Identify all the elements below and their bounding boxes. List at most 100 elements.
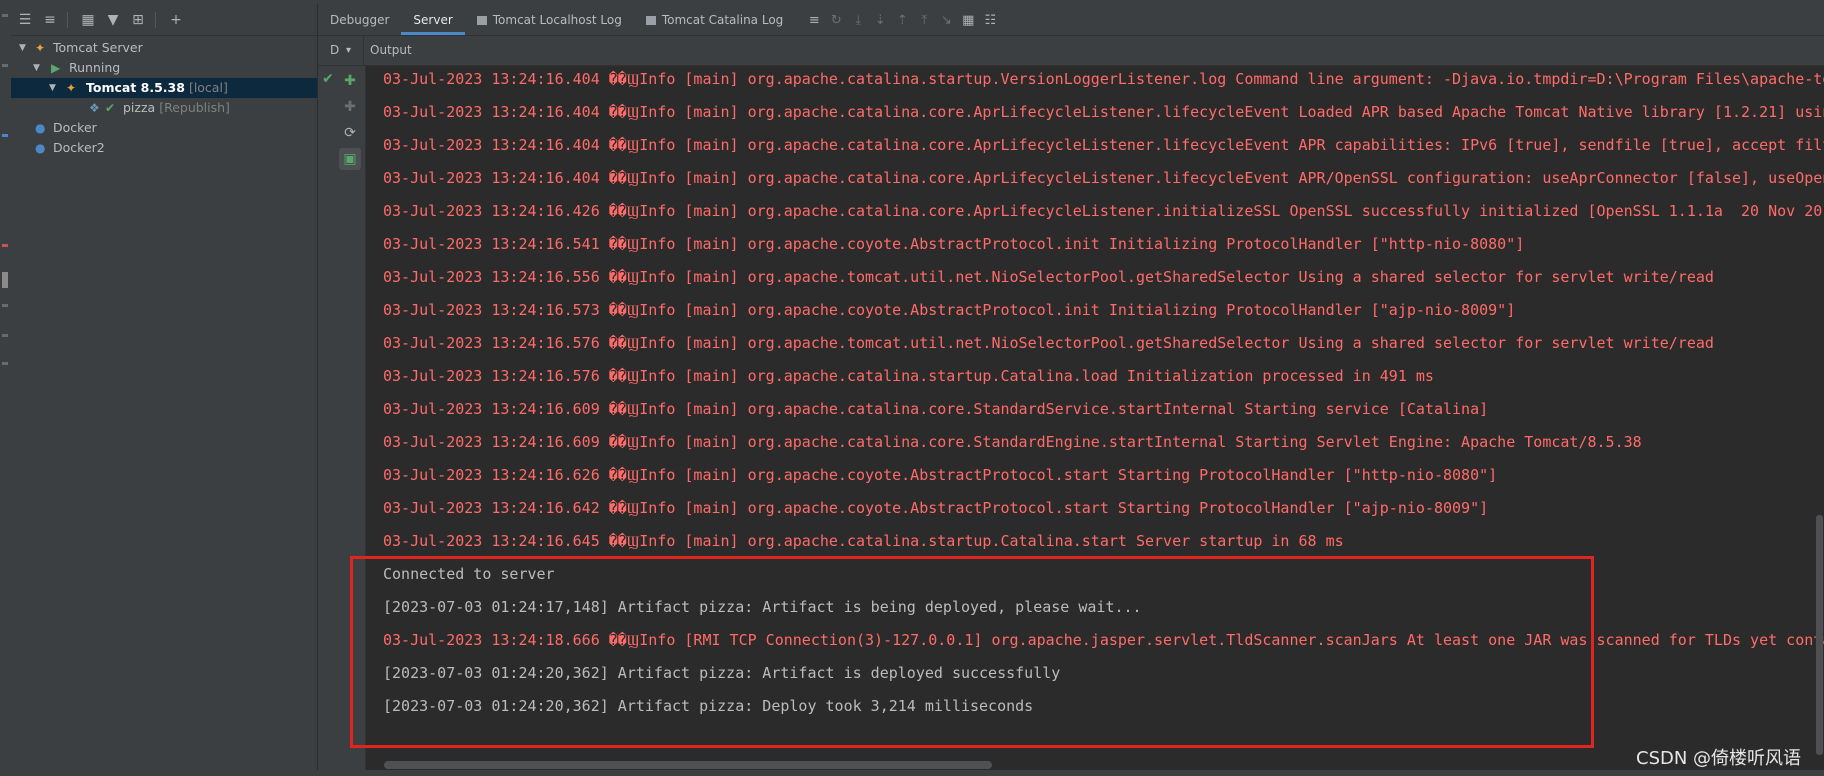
check-icon: ✔ bbox=[105, 101, 116, 115]
docker-icon: ● bbox=[35, 121, 46, 135]
console-line: 03-Jul-2023 13:24:16.426 ��ϢInfo [main] … bbox=[383, 202, 1824, 220]
docker-icon: ● bbox=[35, 141, 46, 155]
strip-mark bbox=[2, 304, 8, 307]
console-line: 03-Jul-2023 13:24:16.642 ��ϢInfo [main] … bbox=[383, 499, 1489, 517]
tab-label: Tomcat Localhost Log bbox=[492, 13, 622, 27]
chevron-down-icon[interactable]: ▼ bbox=[19, 38, 29, 58]
chevron-down-icon[interactable]: ▼ bbox=[33, 58, 43, 78]
console-output[interactable]: 03-Jul-2023 13:24:16.404 ��ϢInfo [main] … bbox=[366, 66, 1824, 758]
console-line: 03-Jul-2023 13:24:16.404 ��ϢInfo [main] … bbox=[383, 70, 1824, 88]
run-icon: ▶ bbox=[51, 61, 61, 75]
toolbar-separator bbox=[155, 11, 156, 28]
tree-node-running[interactable]: ▼ ▶ Running bbox=[11, 58, 317, 78]
status-bar bbox=[0, 770, 1824, 776]
step-out-icon[interactable]: ⇡ bbox=[891, 9, 913, 31]
run-to-cursor-icon[interactable]: ↘ bbox=[935, 9, 957, 31]
deploy-icon[interactable]: ✚ bbox=[339, 70, 361, 92]
tab-debugger[interactable]: Debugger bbox=[318, 5, 401, 35]
tree-node-label: Docker bbox=[53, 120, 97, 135]
console-line: 03-Jul-2023 13:24:18.666 ��ϢInfo [RMI TC… bbox=[383, 631, 1824, 649]
filter-icon[interactable]: ▼ bbox=[102, 9, 124, 31]
tree-node-extra: [Republish] bbox=[159, 100, 230, 115]
console-line: [2023-07-03 01:24:20,362] Artifact pizza… bbox=[383, 664, 1061, 682]
deployment-gutter: ✔ ✚ ✚ ⟳ ▣ bbox=[318, 66, 366, 776]
table-icon[interactable]: ▦ bbox=[957, 9, 979, 31]
log-icon bbox=[476, 16, 487, 25]
console-line: 03-Jul-2023 13:24:16.609 ��ϢInfo [main] … bbox=[383, 400, 1489, 418]
console-line: 03-Jul-2023 13:24:16.626 ��ϢInfo [main] … bbox=[383, 466, 1498, 484]
console-line: 03-Jul-2023 13:24:16.404 ��ϢInfo [main] … bbox=[383, 169, 1824, 187]
tab-label: Tomcat Catalina Log bbox=[661, 13, 784, 27]
console-line: 03-Jul-2023 13:24:16.404 ��ϢInfo [main] … bbox=[383, 103, 1824, 121]
service-tabs: Debugger Server Tomcat Localhost Log Tom… bbox=[318, 4, 1824, 36]
strip-mark bbox=[2, 134, 8, 137]
strip-mark bbox=[2, 244, 8, 247]
strip-mark bbox=[2, 64, 8, 67]
tree-node-label-wrap: Tomcat 8.5.38 [local] bbox=[86, 78, 228, 98]
watermark: CSDN @倚楼听风语 bbox=[1636, 748, 1802, 769]
tree-node-docker2[interactable]: ● Docker2 bbox=[11, 138, 317, 158]
add-service-icon[interactable]: + bbox=[165, 9, 187, 31]
services-toolbar: ☰ ≡ ▦ ▼ ⊞ + bbox=[11, 4, 317, 36]
tree-node-pizza[interactable]: ❖ ✔ pizza [Republish] bbox=[11, 98, 317, 118]
tree-node-tomcat-8538[interactable]: ▼ ✦ Tomcat 8.5.38 [local] bbox=[11, 78, 317, 98]
undeploy-icon[interactable]: ✚ bbox=[339, 96, 361, 118]
console-line: 03-Jul-2023 13:24:16.645 ��ϢInfo [main] … bbox=[383, 532, 1344, 550]
tree-node-label: Docker2 bbox=[53, 140, 105, 155]
settings-list-icon[interactable]: ☷ bbox=[979, 9, 1001, 31]
log-icon bbox=[645, 16, 656, 25]
tab-tomcat-catalina-log[interactable]: Tomcat Catalina Log bbox=[634, 5, 795, 35]
tomcat-icon: ✦ bbox=[66, 81, 77, 95]
tomcat-icon: ✦ bbox=[35, 41, 46, 55]
tree-node-label: pizza bbox=[123, 100, 156, 115]
check-icon: ✔ bbox=[322, 71, 334, 87]
tree-node-label-wrap: pizza [Republish] bbox=[123, 98, 230, 118]
chevron-down-icon[interactable]: ▼ bbox=[49, 78, 59, 98]
console-line: [2023-07-03 01:24:17,148] Artifact pizza… bbox=[383, 598, 1142, 616]
strip-mark bbox=[2, 272, 8, 288]
step-over-icon[interactable]: ⤓ bbox=[847, 9, 869, 31]
tab-tomcat-localhost-log[interactable]: Tomcat Localhost Log bbox=[465, 5, 634, 35]
group-services-icon[interactable]: ▦ bbox=[77, 9, 99, 31]
console-line: 03-Jul-2023 13:24:16.609 ��ϢInfo [main] … bbox=[383, 433, 1642, 451]
console-line: [2023-07-03 01:24:20,362] Artifact pizza… bbox=[383, 697, 1034, 715]
collapse-all-icon[interactable]: ≡ bbox=[39, 9, 61, 31]
console-line: Connected to server bbox=[383, 565, 555, 583]
tree-node-extra: [local] bbox=[188, 80, 228, 95]
tree-node-label: Tomcat Server bbox=[53, 40, 143, 55]
expand-all-icon[interactable]: ☰ bbox=[14, 9, 36, 31]
artifact-icon: ❖ bbox=[89, 101, 100, 115]
vertical-scrollbar-thumb[interactable] bbox=[1816, 515, 1823, 755]
restore-layout-icon[interactable]: ↻ bbox=[825, 9, 847, 31]
horizontal-scrollbar-thumb[interactable] bbox=[384, 761, 992, 769]
console-line: 03-Jul-2023 13:24:16.576 ��ϢInfo [main] … bbox=[383, 367, 1434, 385]
tab-toolbar: ≡ ↻ ⤓ ⇣ ⇡ ⤒ ↘ ▦ ☷ bbox=[803, 5, 1001, 35]
step-back-icon[interactable]: ⤒ bbox=[913, 9, 935, 31]
services-tree: ▼ ✦ Tomcat Server ▼ ▶ Running ▼ ✦ Tomcat… bbox=[11, 38, 317, 158]
chevron-down-icon[interactable]: ▾ bbox=[346, 36, 351, 65]
update-icon[interactable]: ▣ bbox=[339, 148, 361, 170]
services-tree-panel: ☰ ≡ ▦ ▼ ⊞ + ▼ ✦ Tomcat Server ▼ ▶ Runnin… bbox=[11, 4, 318, 776]
tree-node-tomcat-server[interactable]: ▼ ✦ Tomcat Server bbox=[11, 38, 317, 58]
console-line: 03-Jul-2023 13:24:16.573 ��ϢInfo [main] … bbox=[383, 301, 1516, 319]
console-line: 03-Jul-2023 13:24:16.576 ��ϢInfo [main] … bbox=[383, 334, 1714, 352]
output-subheader: D ▾ Output bbox=[318, 36, 1824, 66]
refresh-icon[interactable]: ⟳ bbox=[339, 122, 361, 144]
subheader-separator bbox=[363, 36, 364, 65]
strip-mark bbox=[2, 14, 8, 17]
toolbar-separator bbox=[67, 11, 68, 28]
output-label: Output bbox=[370, 43, 412, 57]
console-line: 03-Jul-2023 13:24:16.541 ��ϢInfo [main] … bbox=[383, 235, 1525, 253]
console-line: 03-Jul-2023 13:24:16.556 ��ϢInfo [main] … bbox=[383, 268, 1714, 286]
console-line: 03-Jul-2023 13:24:16.404 ��ϢInfo [main] … bbox=[383, 136, 1824, 154]
deployment-label[interactable]: D bbox=[330, 36, 339, 65]
menu-icon[interactable]: ≡ bbox=[803, 9, 825, 31]
step-into-icon[interactable]: ⇣ bbox=[869, 9, 891, 31]
tree-node-docker[interactable]: ● Docker bbox=[11, 118, 317, 138]
tree-node-label: Running bbox=[69, 60, 121, 75]
new-tab-icon[interactable]: ⊞ bbox=[127, 9, 149, 31]
strip-mark bbox=[2, 334, 8, 337]
tab-server[interactable]: Server bbox=[401, 5, 466, 35]
tree-node-label: Tomcat 8.5.38 bbox=[86, 80, 185, 95]
strip-mark bbox=[2, 362, 8, 365]
